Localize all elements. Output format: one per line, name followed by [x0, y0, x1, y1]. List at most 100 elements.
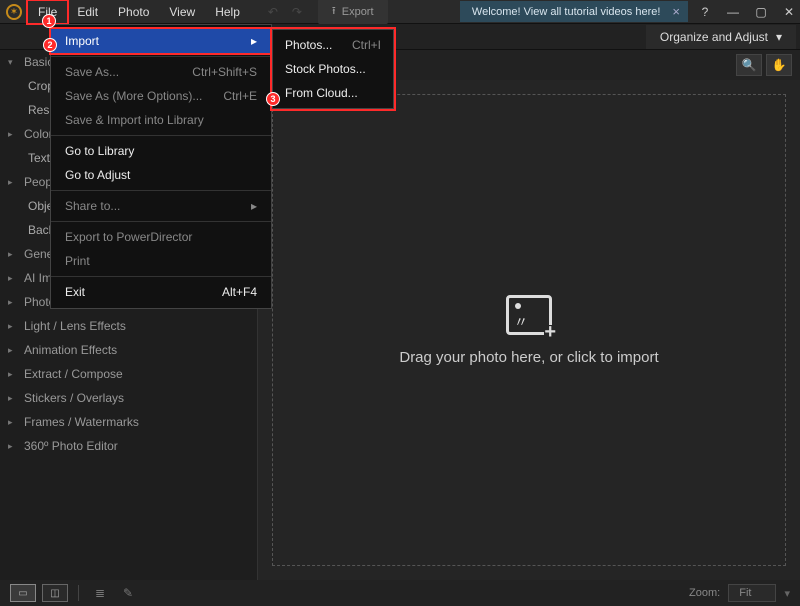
- menu-item: Share to...▸: [51, 194, 271, 218]
- menu-item: Save & Import into Library: [51, 108, 271, 132]
- callout-1: 1: [42, 14, 56, 28]
- menu-item[interactable]: Go to Adjust: [51, 163, 271, 187]
- mode-label: Organize and Adjust: [660, 30, 768, 44]
- histogram-icon[interactable]: ≣: [89, 583, 111, 603]
- sidebar-item-label: 360º Photo Editor: [24, 439, 118, 453]
- sidebar-item[interactable]: ▸ Stickers / Overlays: [0, 386, 257, 410]
- bottom-bar: ▭ ◫ ≣ ✎ Zoom: Fit ▾: [0, 580, 800, 606]
- redo-icon: ↷: [286, 2, 308, 22]
- sidebar-item-label: Animation Effects: [24, 343, 117, 357]
- submenu-item-shortcut: Ctrl+I: [352, 38, 381, 52]
- menu-view[interactable]: View: [159, 1, 205, 23]
- caret-icon: ▸: [8, 129, 18, 140]
- view-single-button[interactable]: ▭: [10, 584, 36, 602]
- menu-item[interactable]: Import ▸: [51, 29, 271, 53]
- maximize-button[interactable]: ▢: [750, 2, 772, 22]
- submenu-item-label: From Cloud...: [285, 86, 358, 100]
- close-icon[interactable]: ×: [672, 4, 680, 19]
- menu-item: Export to PowerDirector: [51, 225, 271, 249]
- menu-edit[interactable]: Edit: [67, 1, 108, 23]
- drop-area[interactable]: 〃+ Drag your photo here, or click to imp…: [272, 94, 786, 566]
- menu-item-shortcut: Alt+F4: [222, 285, 257, 299]
- export-label: Export: [342, 6, 374, 18]
- separator: [78, 585, 79, 601]
- menu-item-label: Export to PowerDirector: [65, 230, 192, 244]
- image-placeholder-icon: 〃+: [506, 295, 552, 335]
- caret-icon: ▸: [8, 177, 18, 188]
- callout-2: 2: [43, 38, 57, 52]
- menu-item: Save As...Ctrl+Shift+S: [51, 60, 271, 84]
- welcome-banner[interactable]: Welcome! View all tutorial videos here! …: [460, 1, 688, 22]
- sidebar-item[interactable]: ▸ Animation Effects: [0, 338, 257, 362]
- caret-icon: ▸: [8, 345, 18, 356]
- submenu-item[interactable]: Photos... Ctrl+I: [273, 33, 393, 57]
- hand-icon: ✋: [772, 58, 787, 72]
- pan-button[interactable]: ✋: [766, 54, 792, 76]
- menu-item-label: Go to Library: [65, 144, 134, 158]
- submenu-item[interactable]: From Cloud...: [273, 81, 393, 105]
- sidebar-item[interactable]: ▸ Light / Lens Effects: [0, 314, 257, 338]
- menu-item-label: Save As...: [65, 65, 119, 79]
- minimize-button[interactable]: —: [722, 2, 744, 22]
- caret-icon: ▾: [8, 57, 18, 68]
- sidebar-item[interactable]: ▸ 360º Photo Editor: [0, 434, 257, 458]
- canvas-area: 🔍 ✋ 〃+ Drag your photo here, or click to…: [258, 50, 800, 580]
- menu-item-label: Import: [65, 34, 99, 48]
- submenu-item-label: Photos...: [285, 38, 332, 52]
- caret-icon: ▸: [8, 417, 18, 428]
- menu-item: Save As (More Options)...Ctrl+E: [51, 84, 271, 108]
- menu-separator: [51, 276, 271, 277]
- sidebar-item-label: Extract / Compose: [24, 367, 123, 381]
- chevron-down-icon: ▾: [776, 30, 782, 44]
- submenu-item-label: Stock Photos...: [285, 62, 366, 76]
- menu-item-label: Print: [65, 254, 90, 268]
- caret-icon: ▸: [8, 249, 18, 260]
- search-button[interactable]: 🔍: [736, 54, 762, 76]
- caret-icon: ▸: [8, 321, 18, 332]
- menu-item-shortcut: ▸: [251, 34, 257, 48]
- menu-help[interactable]: Help: [205, 1, 250, 23]
- search-icon: 🔍: [742, 58, 757, 72]
- sidebar-item[interactable]: ▸ Extract / Compose: [0, 362, 257, 386]
- caret-icon: ▸: [8, 297, 18, 308]
- caret-icon: ▸: [8, 273, 18, 284]
- export-button[interactable]: ⭱ Export: [318, 0, 388, 24]
- menu-item-shortcut: Ctrl+E: [223, 89, 257, 103]
- undo-icon: ↶: [262, 2, 284, 22]
- menu-item-label: Go to Adjust: [65, 168, 130, 182]
- sidebar-item-label: Light / Lens Effects: [24, 319, 126, 333]
- view-split-button[interactable]: ◫: [42, 584, 68, 602]
- caret-icon: ▸: [8, 369, 18, 380]
- sidebar-item-label: Basic: [24, 55, 53, 69]
- file-menu: Import ▸ Save As...Ctrl+Shift+SSave As (Mo…: [50, 24, 272, 309]
- zoom-label: Zoom:: [689, 587, 720, 599]
- import-submenu: Photos... Ctrl+I Stock Photos... From Cloud…: [272, 29, 394, 109]
- app-logo: ✶: [6, 4, 22, 20]
- caret-icon: ▸: [8, 393, 18, 404]
- sidebar-item-label: Color: [24, 127, 53, 141]
- menu-separator: [51, 190, 271, 191]
- chevron-down-icon[interactable]: ▾: [784, 587, 790, 600]
- zoom-select[interactable]: Fit: [728, 584, 776, 602]
- sidebar-item-label: Stickers / Overlays: [24, 391, 124, 405]
- menu-item[interactable]: Go to Library: [51, 139, 271, 163]
- callout-3: 3: [266, 92, 280, 106]
- close-button[interactable]: ✕: [778, 2, 800, 22]
- zoom-control: Zoom: Fit ▾: [689, 584, 790, 602]
- sidebar-item-label: Frames / Watermarks: [24, 415, 139, 429]
- mode-button[interactable]: Organize and Adjust ▾: [646, 25, 796, 49]
- brush-icon[interactable]: ✎: [117, 583, 139, 603]
- export-icon: ⭱: [332, 2, 336, 21]
- menu-item-shortcut: ▸: [251, 199, 257, 213]
- caret-icon: ▸: [8, 441, 18, 452]
- submenu-item[interactable]: Stock Photos...: [273, 57, 393, 81]
- menu-item[interactable]: ExitAlt+F4: [51, 280, 271, 304]
- sidebar-item[interactable]: ▸ Frames / Watermarks: [0, 410, 257, 434]
- menu-separator: [51, 56, 271, 57]
- drop-text: Drag your photo here, or click to import: [399, 349, 658, 366]
- menu-separator: [51, 135, 271, 136]
- menu-item-label: Save & Import into Library: [65, 113, 204, 127]
- help-button[interactable]: ?: [694, 2, 716, 22]
- menu-photo[interactable]: Photo: [108, 1, 159, 23]
- menu-item: Print: [51, 249, 271, 273]
